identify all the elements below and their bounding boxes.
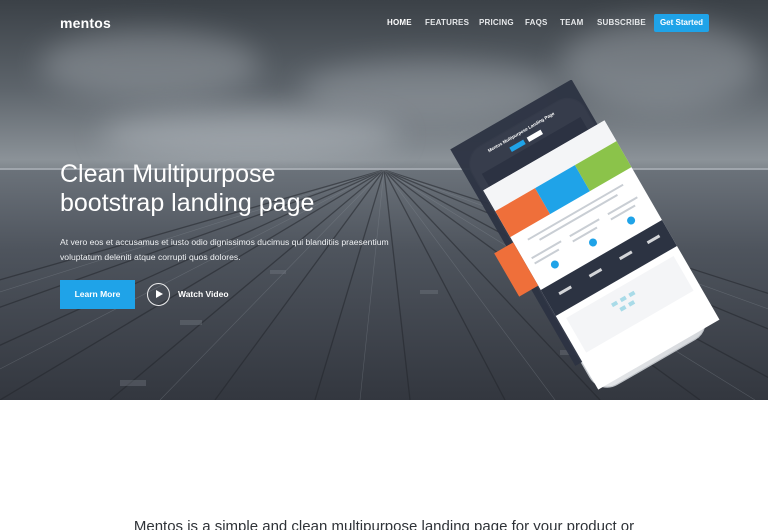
nav-item-subscribe[interactable]: SUBSCRIBE xyxy=(597,18,646,27)
landing-page-screens: Mentos Multipurpose Landing Page xyxy=(450,80,720,390)
play-triangle-icon xyxy=(156,290,163,298)
watch-video-link[interactable]: Watch Video xyxy=(178,289,229,299)
main-navigation: HOME FEATURES PRICING FAQS TEAM SUBSCRIB… xyxy=(0,18,768,32)
hero-description-line-1: At vero eos et accusamus et iusto odio d… xyxy=(60,237,389,247)
hero-title-line-1: Clean Multipurpose xyxy=(60,160,276,188)
hero-description: At vero eos et accusamus et iusto odio d… xyxy=(60,235,390,265)
get-started-button[interactable]: Get Started xyxy=(654,14,709,32)
play-video-icon[interactable] xyxy=(147,283,170,306)
hero-title: Clean Multipurpose bootstrap landing pag… xyxy=(60,160,360,218)
sky-cloud xyxy=(40,30,260,100)
hero-description-line-2: voluptatum deleniti atque corrupti quos … xyxy=(60,252,241,262)
nav-item-faqs[interactable]: FAQS xyxy=(525,18,548,27)
nav-item-pricing[interactable]: PRICING xyxy=(479,18,514,27)
nav-item-team[interactable]: TEAM xyxy=(560,18,583,27)
sky-cloud xyxy=(100,110,400,160)
hero-title-line-2: bootstrap landing page xyxy=(60,189,315,217)
phone-mockup-illustration: Mentos Multipurpose Landing Page xyxy=(450,80,720,390)
learn-more-button[interactable]: Learn More xyxy=(60,280,135,309)
hero-section: mentos HOME FEATURES PRICING FAQS TEAM S… xyxy=(0,0,768,400)
nav-item-home[interactable]: HOME xyxy=(387,18,412,27)
nav-item-features[interactable]: FEATURES xyxy=(425,18,469,27)
intro-paragraph: Mentos is a simple and clean multipurpos… xyxy=(133,518,635,530)
